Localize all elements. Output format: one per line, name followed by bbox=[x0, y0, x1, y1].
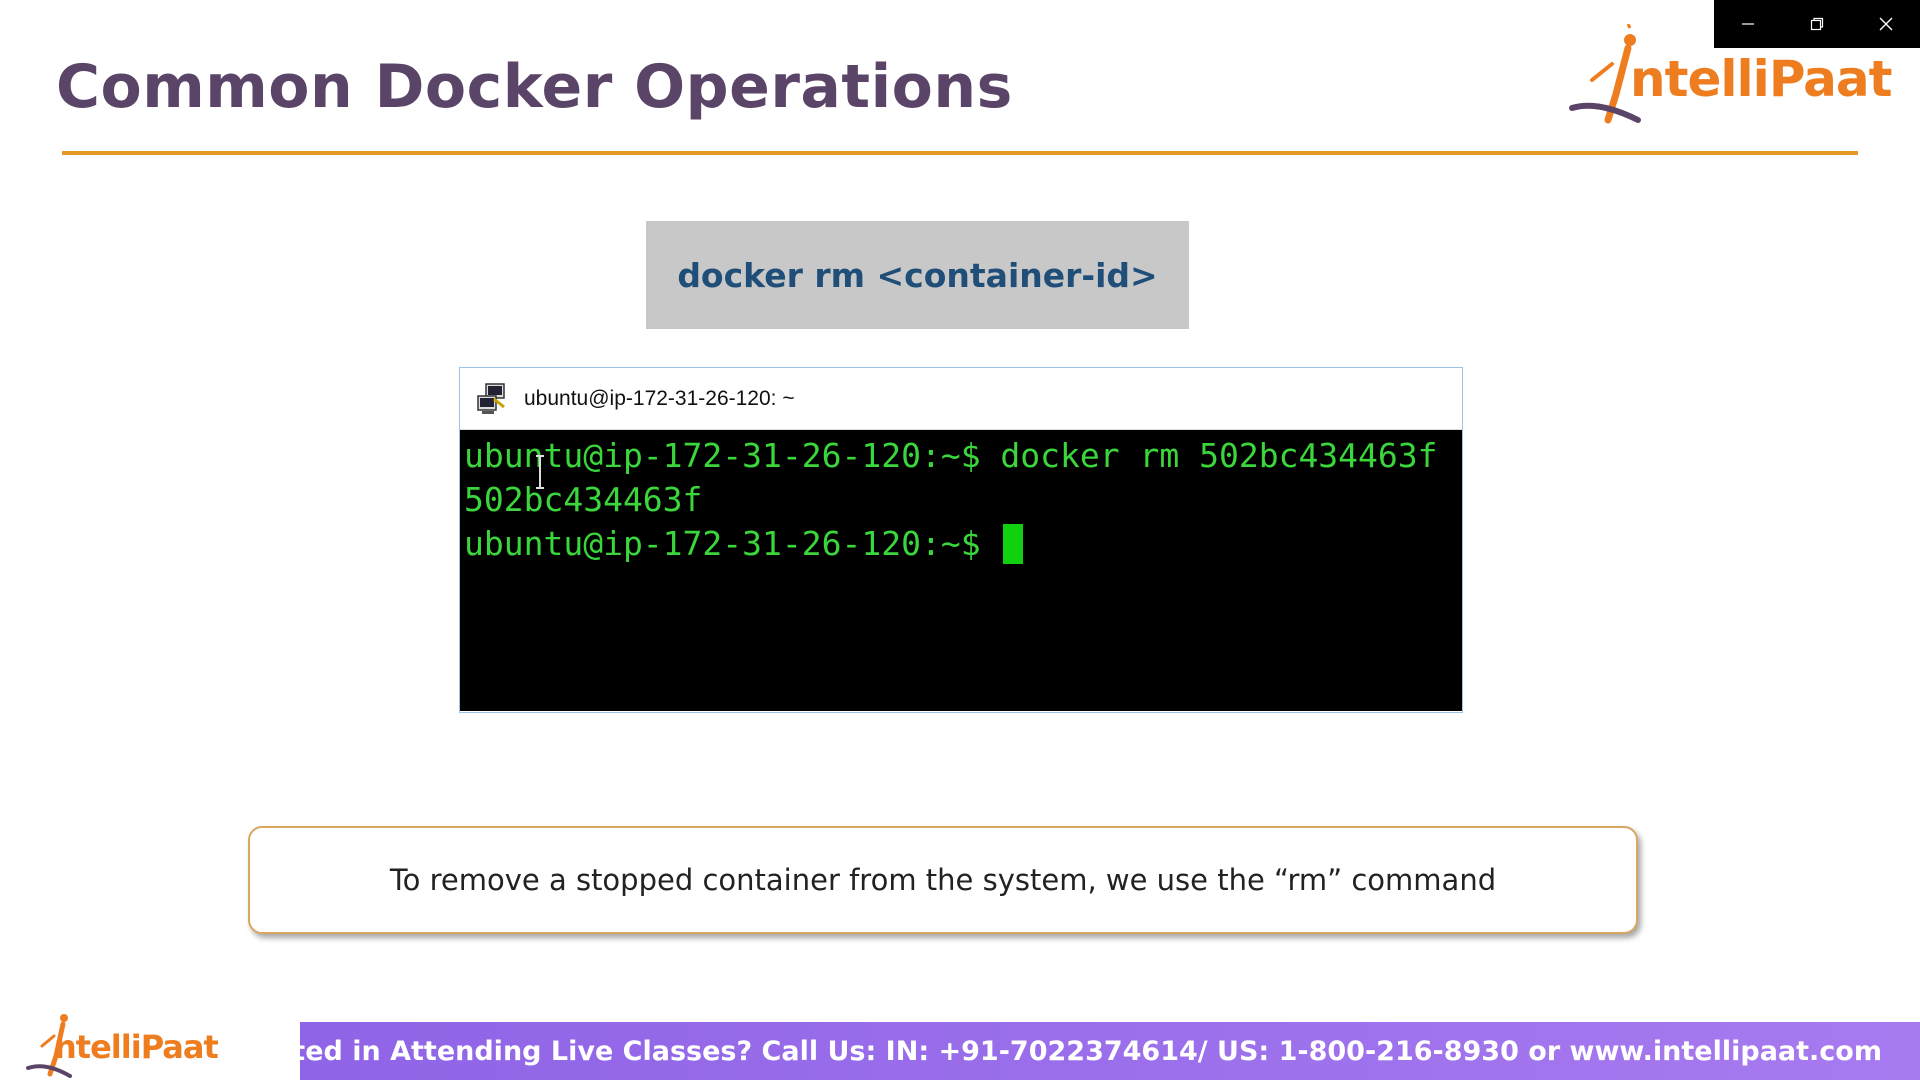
terminal-prompt-line: ubuntu@ip-172-31-26-120:~$ bbox=[464, 522, 1458, 566]
caption-box: To remove a stopped container from the s… bbox=[248, 826, 1638, 934]
logo-text: ntelliPaat bbox=[1630, 50, 1893, 108]
footer-logo-text: ntelliPaat bbox=[54, 1028, 219, 1066]
terminal-prompt: ubuntu@ip-172-31-26-120:~$ bbox=[464, 524, 981, 563]
command-box: docker rm <container-id> bbox=[646, 221, 1189, 329]
title-divider bbox=[62, 151, 1858, 155]
slide-title: Common Docker Operations bbox=[56, 52, 1013, 122]
footer: Interested in Attending Live Classes? Ca… bbox=[0, 1002, 1920, 1080]
text-cursor-icon bbox=[536, 455, 544, 489]
terminal-cursor bbox=[1002, 523, 1023, 564]
terminal-title: ubuntu@ip-172-31-26-120: ~ bbox=[524, 386, 795, 410]
terminal-output[interactable]: ubuntu@ip-172-31-26-120:~$ docker rm 502… bbox=[460, 430, 1462, 711]
putty-icon bbox=[477, 382, 505, 414]
footer-banner[interactable]: Interested in Attending Live Classes? Ca… bbox=[236, 1022, 1920, 1080]
terminal-titlebar[interactable]: ubuntu@ip-172-31-26-120: ~ bbox=[460, 368, 1462, 430]
footer-banner-text: Interested in Attending Live Classes? Ca… bbox=[184, 1035, 1882, 1067]
intellipaat-logo: ntelliPaat bbox=[1568, 24, 1893, 128]
caption-text: To remove a stopped container from the s… bbox=[389, 863, 1497, 897]
footer-logo: ntelliPaat bbox=[0, 1002, 300, 1080]
terminal-window[interactable]: ubuntu@ip-172-31-26-120: ~ ubuntu@ip-172… bbox=[459, 367, 1463, 713]
close-icon bbox=[1879, 17, 1893, 31]
terminal-line: ubuntu@ip-172-31-26-120:~$ docker rm 502… bbox=[464, 436, 1438, 475]
command-text: docker rm <container-id> bbox=[677, 255, 1158, 295]
terminal-line: 502bc434463f bbox=[464, 480, 703, 519]
